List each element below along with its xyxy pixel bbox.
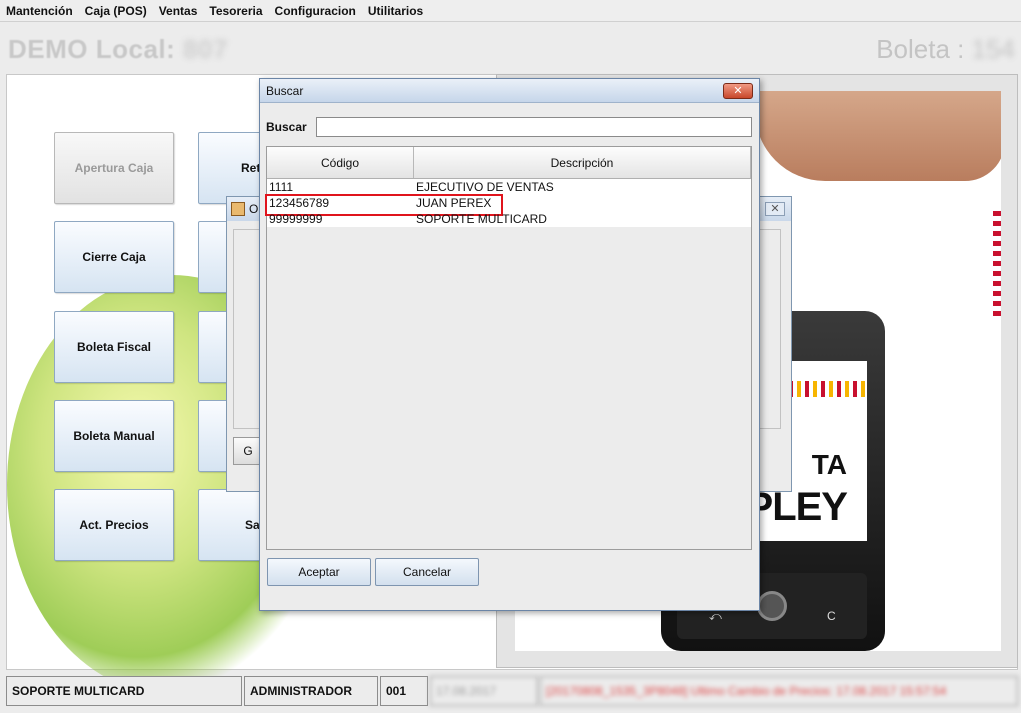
table-row-highlighted[interactable]: 123456789 JUAN PEREX [265, 194, 751, 216]
menu-configuracion[interactable]: Configuracion [275, 4, 356, 18]
status-bar: SOPORTE MULTICARD ADMINISTRADOR 001 17.0… [0, 674, 1021, 710]
background-dialog-title: O [249, 202, 259, 216]
buscar-dialog: Buscar ✕ Buscar Código Descripción 1111 … [259, 78, 760, 611]
aceptar-button[interactable]: Aceptar [267, 558, 371, 586]
cell-codigo: 99999999 [269, 212, 323, 226]
status-caja: 001 [380, 676, 428, 706]
search-label: Buscar [266, 120, 307, 134]
buscar-dialog-title: Buscar [266, 83, 304, 98]
java-icon [231, 202, 245, 216]
menu-caja-pos[interactable]: Caja (POS) [85, 4, 147, 18]
header-banner: DEMO Local: 807 Boleta : 154 [0, 22, 1021, 74]
cell-codigo: 123456789 [269, 196, 330, 210]
status-role: ADMINISTRADOR [244, 676, 378, 706]
apertura-caja-button[interactable]: Apertura Caja [54, 132, 174, 204]
phone-nav-button [757, 591, 787, 621]
table-body: 1111 EJECUTIVO DE VENTAS 123456789 JUAN … [265, 179, 751, 227]
close-icon[interactable]: ✕ [765, 202, 785, 216]
stripe-edge-graphic [993, 211, 1001, 321]
cancelar-button[interactable]: Cancelar [375, 558, 479, 586]
status-date: 17.08.2017 [430, 676, 538, 706]
menu-mantencion[interactable]: Mantención [6, 4, 73, 18]
search-input[interactable] [316, 117, 752, 137]
table-row[interactable]: 1111 EJECUTIVO DE VENTAS [267, 179, 751, 195]
c-key-label: C [827, 609, 836, 623]
table-header: Código Descripción [267, 147, 751, 179]
menu-tesoreria[interactable]: Tesoreria [209, 4, 262, 18]
menu-ventas[interactable]: Ventas [159, 4, 198, 18]
status-message: [20170808_1535_3P8048] Ultimo Cambio de … [540, 676, 1018, 706]
hand-graphic [755, 91, 1001, 181]
close-button[interactable]: ✕ [723, 83, 753, 99]
menu-bar: Mantención Caja (POS) Ventas Tesoreria C… [0, 0, 1021, 22]
buscar-titlebar: Buscar [260, 79, 759, 103]
table-row[interactable]: 99999999 SOPORTE MULTICARD [267, 211, 751, 227]
boleta-label: Boleta : [876, 34, 965, 64]
act-precios-button[interactable]: Act. Precios [54, 489, 174, 561]
column-header-codigo[interactable]: Código [267, 147, 414, 178]
boleta-number: 154 [971, 34, 1015, 64]
back-key-icon: ⤺ [709, 609, 722, 623]
cell-codigo: 1111 [269, 180, 294, 194]
results-table: Código Descripción 1111 EJECUTIVO DE VEN… [265, 146, 752, 550]
search-row: Buscar [266, 117, 752, 137]
local-title: DEMO Local: 807 [8, 34, 228, 65]
boleta-title: Boleta : 154 [876, 34, 1015, 65]
cell-descripcion: SOPORTE MULTICARD [416, 212, 547, 226]
status-user: SOPORTE MULTICARD [6, 676, 242, 706]
local-label: DEMO Local: [8, 34, 176, 64]
cell-descripcion: EJECUTIVO DE VENTAS [416, 180, 554, 194]
boleta-fiscal-button[interactable]: Boleta Fiscal [54, 311, 174, 383]
cierre-caja-button[interactable]: Cierre Caja [54, 221, 174, 293]
cell-descripcion: JUAN PEREX [416, 196, 492, 210]
boleta-manual-button[interactable]: Boleta Manual [54, 400, 174, 472]
ad-text-line1: TA [811, 449, 847, 480]
column-header-descripcion[interactable]: Descripción [414, 147, 751, 178]
local-number: 807 [183, 34, 228, 64]
menu-utilitarios[interactable]: Utilitarios [368, 4, 423, 18]
